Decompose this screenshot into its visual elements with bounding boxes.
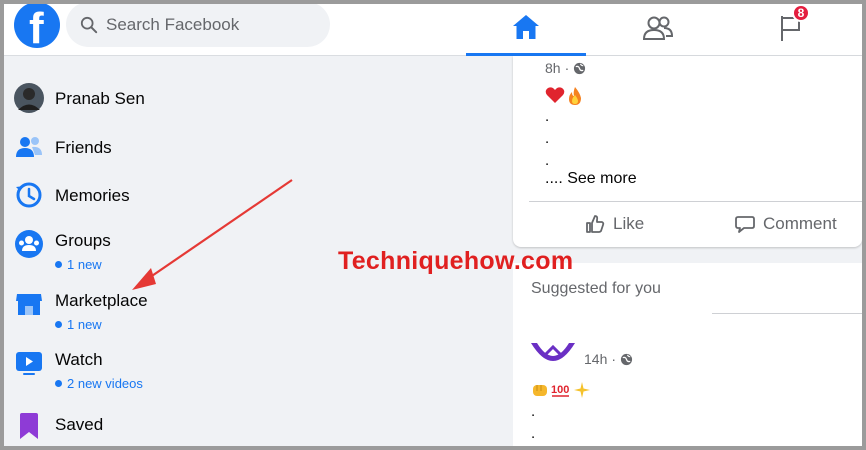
memories-icon [16, 182, 42, 208]
groups-icon [15, 230, 43, 258]
watch-icon [16, 352, 42, 375]
fire-emoji-icon [569, 87, 581, 105]
marketplace-icon [16, 294, 42, 315]
sidebar-item-label: Pranab Sen [55, 89, 145, 108]
comment-icon [735, 216, 755, 233]
sidebar-item-label: Memories [55, 186, 130, 205]
suggested-heading: Suggested for you [531, 280, 661, 297]
facebook-logo-letter: f [29, 4, 44, 49]
sidebar-item-label: Marketplace [55, 291, 148, 310]
post-text-ellipsis: .... [545, 170, 563, 187]
top-navigation-bar: f 8 [4, 0, 862, 56]
home-icon [513, 14, 539, 39]
hundred-points-emoji-icon: 100 [551, 384, 569, 397]
new-dot-icon [55, 261, 62, 268]
post-meta: 8h · [545, 60, 586, 76]
sidebar-item-subtitle: 2 new videos [55, 376, 143, 391]
sidebar-item-subtitle: 1 new [55, 317, 148, 332]
see-more-link[interactable]: See more [567, 170, 636, 187]
notification-badge: 8 [792, 4, 810, 22]
post-text-line: . [545, 152, 550, 169]
new-dot-icon [55, 321, 62, 328]
search-bar[interactable] [66, 2, 330, 47]
sidebar-item-label: Saved [55, 415, 104, 434]
tab-pages[interactable]: 8 [730, 0, 850, 56]
sparkles-emoji-icon [574, 382, 590, 398]
watermark-text: Techniquehow.com [338, 247, 574, 275]
globe-icon [620, 353, 633, 365]
like-label: Like [613, 214, 645, 233]
search-input[interactable] [106, 14, 306, 35]
post-emoji-row: 100 [531, 381, 591, 399]
sidebar-item-label: Friends [55, 138, 112, 157]
sidebar-item-subtitle: 1 new [55, 257, 111, 272]
post-text-line: . [531, 425, 536, 442]
search-icon [80, 16, 98, 33]
fist-emoji-icon [533, 385, 547, 396]
sidebar-item-label: Watch [55, 350, 103, 369]
post-text-line: . [545, 108, 550, 125]
thumbs-up-icon [586, 215, 605, 233]
sidebar-item-label: Groups [55, 231, 111, 250]
suggested-post-card: Suggested for you 14h · 100 . . [513, 263, 862, 446]
tab-friends[interactable] [598, 0, 718, 56]
separator: · [611, 351, 617, 367]
friends-icon [642, 16, 674, 40]
saved-icon [20, 413, 38, 439]
feed-post-card: 8h · . . . .... See more Like Comment [513, 56, 862, 247]
avatar [14, 83, 44, 113]
tab-home[interactable] [466, 0, 586, 56]
post-time[interactable]: 8h [545, 60, 561, 76]
post-divider [529, 201, 862, 202]
post-time[interactable]: 14h [584, 351, 607, 367]
post-emoji-row [545, 86, 584, 106]
svg-text:100: 100 [551, 384, 569, 396]
heart-emoji-icon [545, 87, 565, 103]
comment-button[interactable]: Comment [735, 214, 837, 234]
globe-icon [574, 62, 586, 74]
post-text-truncated: .... See more [545, 170, 637, 188]
post-text-line: . [545, 130, 550, 147]
post-meta: 14h · [584, 351, 633, 367]
post-text-line: . [531, 403, 536, 420]
like-button[interactable]: Like [585, 214, 644, 234]
friends-icon [16, 137, 42, 157]
separator: · [564, 60, 570, 76]
new-dot-icon [55, 380, 62, 387]
page-avatar[interactable] [531, 343, 575, 371]
comment-label: Comment [763, 214, 837, 233]
section-divider [712, 313, 862, 314]
facebook-logo[interactable]: f [14, 2, 60, 48]
